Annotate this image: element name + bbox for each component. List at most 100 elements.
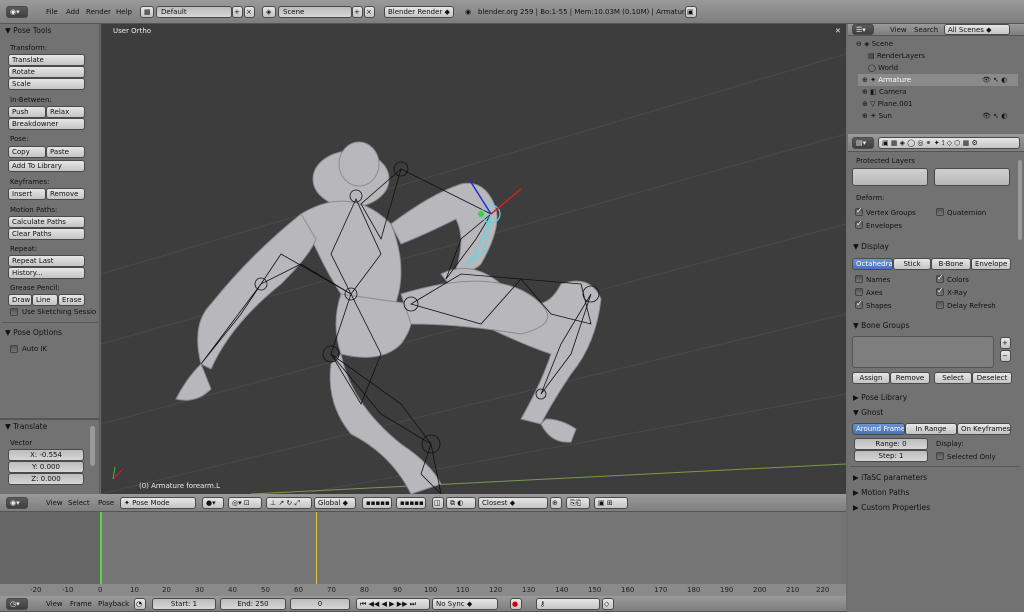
- visibility-eye-icon[interactable]: 👁 ↖ ◐: [982, 76, 1007, 84]
- manipulator-toggle[interactable]: ⊥ ↗ ↻ ⤢: [266, 497, 312, 509]
- relax-button[interactable]: Relax: [46, 106, 85, 118]
- render-engine-dropdown[interactable]: Blender Render ◆: [384, 6, 454, 18]
- outliner-item-world[interactable]: ◯ World: [868, 62, 1024, 74]
- names-checkbox[interactable]: [855, 275, 863, 283]
- ghost-panel-header[interactable]: ▼ Ghost: [853, 408, 883, 417]
- draw-button[interactable]: Draw: [8, 294, 32, 306]
- properties-editor-type-button[interactable]: ▤▾: [852, 137, 874, 149]
- menu-render[interactable]: Render: [86, 8, 111, 16]
- display-bbone-button[interactable]: B-Bone: [931, 258, 971, 270]
- outliner-item-plane[interactable]: ⊕ ▽ Plane.001: [862, 98, 1024, 110]
- menu-file[interactable]: File: [46, 8, 58, 16]
- display-octahedral-button[interactable]: Octahedral: [852, 258, 893, 270]
- pose-tools-header[interactable]: ▼ Pose Tools: [5, 26, 51, 35]
- xray-checkbox[interactable]: [936, 286, 944, 296]
- push-button[interactable]: Push: [8, 106, 46, 118]
- protected-layers-grid-b[interactable]: [934, 168, 1010, 186]
- viewport-menu-select[interactable]: Select: [68, 499, 90, 507]
- display-stick-button[interactable]: Stick: [893, 258, 931, 270]
- motion-paths-panel-header[interactable]: ▶ Motion Paths: [853, 488, 909, 497]
- layers-grid[interactable]: ▪▪▪▪▪: [362, 497, 392, 509]
- timeline-editor-type-button[interactable]: ◷▾: [6, 598, 28, 610]
- viewport-menu-view[interactable]: View: [46, 499, 63, 507]
- current-frame-line[interactable]: [100, 512, 102, 584]
- outliner-item-camera[interactable]: ⊕ ◧ Camera: [862, 86, 1024, 98]
- character-armature-figure[interactable]: [101, 24, 846, 494]
- remove-keyframe-button[interactable]: Remove: [46, 188, 85, 200]
- pose-options-header[interactable]: ▼ Pose Options: [5, 328, 62, 337]
- 3d-viewport[interactable]: User Ortho ✕ (0) Armature forearm.L: [101, 24, 846, 494]
- add-layout-button[interactable]: +: [232, 6, 243, 18]
- layers-grid-2[interactable]: ▪▪▪▪▪: [396, 497, 426, 509]
- remove-button[interactable]: Remove: [890, 372, 930, 384]
- vertex-groups-checkbox[interactable]: [855, 206, 863, 216]
- end-frame-field[interactable]: End: 250: [220, 598, 286, 610]
- vector-x-field[interactable]: X: -0.554: [8, 449, 84, 461]
- translate-button[interactable]: Translate: [8, 54, 85, 66]
- menu-add[interactable]: Add: [66, 8, 80, 16]
- select-button[interactable]: Select: [934, 372, 972, 384]
- sync-dropdown[interactable]: No Sync ◆: [432, 598, 498, 610]
- pivot-dropdown[interactable]: ◎▾ ⊡: [228, 497, 262, 509]
- breakdowner-button[interactable]: Breakdowner: [8, 118, 85, 130]
- lock-layers-icon[interactable]: ◫: [432, 497, 444, 509]
- pose-library-panel-header[interactable]: ▶ Pose Library: [853, 393, 907, 402]
- render-preview-icon[interactable]: ▣ ⊞: [594, 497, 628, 509]
- screen-layout-icon[interactable]: ▦: [140, 6, 154, 18]
- outliner-menu-view[interactable]: View: [890, 26, 907, 34]
- shapes-checkbox[interactable]: [855, 299, 863, 309]
- quaternion-checkbox[interactable]: [936, 208, 944, 216]
- keying-set-field[interactable]: ⚷: [536, 598, 600, 610]
- scene-field[interactable]: Scene: [278, 6, 352, 18]
- translate-operator-header[interactable]: ▼ Translate: [5, 422, 47, 431]
- clear-paths-button[interactable]: Clear Paths: [8, 228, 85, 240]
- ghost-step-field[interactable]: Step: 1: [854, 450, 928, 462]
- colors-checkbox[interactable]: [936, 273, 944, 283]
- custom-properties-panel-header[interactable]: ▶ Custom Properties: [853, 503, 930, 512]
- remove-scene-button[interactable]: ×: [364, 6, 375, 18]
- calculate-paths-button[interactable]: Calculate Paths: [8, 216, 85, 228]
- timeline-menu-frame[interactable]: Frame: [70, 600, 92, 608]
- rotate-button[interactable]: Rotate: [8, 66, 85, 78]
- axes-checkbox[interactable]: [855, 288, 863, 296]
- shading-dropdown[interactable]: ●▾: [202, 497, 224, 509]
- preview-range-icon[interactable]: ◔: [134, 598, 146, 610]
- protected-layers-grid-a[interactable]: [852, 168, 928, 186]
- erase-button[interactable]: Erase: [58, 294, 85, 306]
- ghost-in-range-button[interactable]: In Range: [905, 423, 957, 435]
- line-button[interactable]: Line: [32, 294, 58, 306]
- menu-help[interactable]: Help: [116, 8, 132, 16]
- insert-keyframe-icon[interactable]: ◇: [602, 598, 614, 610]
- outliner-item-scene[interactable]: ⊖ ◈ Scene: [856, 38, 1020, 50]
- viewport-menu-pose[interactable]: Pose: [98, 499, 114, 507]
- timeline-menu-view[interactable]: View: [46, 600, 63, 608]
- visibility-eye-icon[interactable]: 👁 ↖ ◐: [982, 112, 1007, 120]
- vector-z-field[interactable]: Z: 0.000: [8, 473, 84, 485]
- outliner-filter-dropdown[interactable]: All Scenes ◆: [944, 24, 1010, 35]
- proportional-edit-icon[interactable]: ⊕: [550, 497, 562, 509]
- itasc-panel-header[interactable]: ▶ iTaSC parameters: [853, 473, 927, 482]
- envelopes-checkbox[interactable]: [855, 219, 863, 229]
- display-panel-header[interactable]: ▼ Display: [853, 242, 889, 251]
- outliner-editor-type-button[interactable]: ☰▾: [852, 24, 874, 35]
- remove-bone-group-button[interactable]: −: [1000, 350, 1011, 362]
- history-button[interactable]: History...: [8, 267, 85, 279]
- add-bone-group-button[interactable]: +: [1000, 337, 1011, 349]
- properties-context-tabs[interactable]: ▣ ▦ ◈ ◯ ◎ ⚭ ✦ ⟟ ◇ ⬡ ▦ ⚙: [878, 137, 1020, 149]
- use-sketching-checkbox[interactable]: [10, 308, 18, 316]
- scale-button[interactable]: Scale: [8, 78, 85, 90]
- ghost-range-field[interactable]: Range: 0: [854, 438, 928, 450]
- properties-scrollbar[interactable]: [1018, 160, 1022, 240]
- insert-keyframe-button[interactable]: Insert: [8, 188, 46, 200]
- start-frame-field[interactable]: Start: 1: [152, 598, 216, 610]
- editor-type-button[interactable]: ◉▾: [6, 6, 28, 18]
- display-envelope-button[interactable]: Envelope: [971, 258, 1011, 270]
- bone-groups-panel-header[interactable]: ▼ Bone Groups: [853, 321, 909, 330]
- viewport-editor-type-button[interactable]: ◉▾: [6, 497, 28, 509]
- scene-icon[interactable]: ◈: [262, 6, 276, 18]
- add-to-library-button[interactable]: Add To Library: [8, 160, 85, 172]
- mode-dropdown[interactable]: ✦ Pose Mode: [120, 497, 196, 509]
- ghost-around-frame-button[interactable]: Around Frame: [852, 423, 905, 435]
- copy-pose-icon[interactable]: ⎘⎗: [566, 497, 590, 509]
- remove-layout-button[interactable]: ×: [244, 6, 255, 18]
